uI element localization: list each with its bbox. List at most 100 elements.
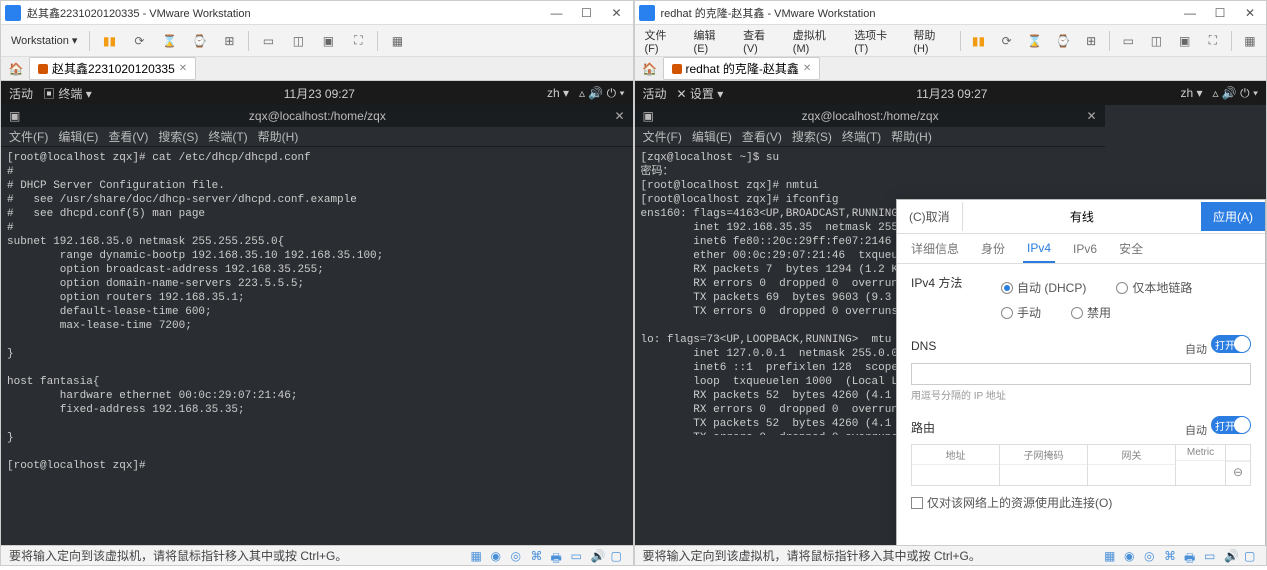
settings-indicator[interactable]: ✕ 设置 ▾ [677,85,724,102]
menu-view[interactable]: 查看(V) [108,128,148,145]
dns-auto-switch[interactable]: 打开 [1211,335,1251,353]
close-button[interactable]: ✕ [1238,6,1262,20]
device-icon[interactable]: ⌘ [531,549,545,563]
vm-tab[interactable]: 赵其鑫2231020120335 ✕ [29,57,196,80]
minimize-button[interactable]: — [545,6,569,20]
device-icon[interactable]: ▭ [1204,549,1218,563]
activities[interactable]: 活动 [9,85,33,102]
vm-tab[interactable]: redhat 的克隆-赵其鑫 ✕ [663,57,821,80]
pause-icon[interactable]: ▮▮ [968,30,988,52]
tab-ipv6[interactable]: IPv6 [1069,234,1101,263]
restart-icon[interactable]: ⟳ [997,30,1017,52]
home-icon[interactable]: 🏠 [7,60,25,78]
route-metric-input[interactable] [1176,461,1225,481]
menu-search[interactable]: 搜索(S) [792,128,832,145]
radio-auto-dhcp[interactable]: 自动 (DHCP) [1001,279,1086,296]
apply-button[interactable]: 应用(A) [1201,202,1265,231]
manage-icon[interactable]: ⊞ [1081,30,1101,52]
radio-link-local[interactable]: 仅本地链路 [1116,279,1192,296]
menu-terminal[interactable]: 终端(T) [842,128,881,145]
device-icon[interactable]: 🖶 [1184,549,1198,563]
device-icon[interactable]: ▦ [471,549,485,563]
revert-icon[interactable]: ⌚ [1053,30,1073,52]
terminal-close-icon[interactable]: ✕ [614,109,624,123]
unity-icon[interactable]: ▦ [1240,30,1260,52]
terminal-indicator[interactable]: ▣ 终端 ▾ [43,85,92,102]
device-icon[interactable]: ◎ [1144,549,1158,563]
device-icon[interactable]: ◉ [1124,549,1138,563]
fullscreen-icon[interactable]: ⛶ [347,30,369,52]
unity-icon[interactable]: ▦ [386,30,408,52]
device-icon[interactable]: ▢ [1244,549,1258,563]
route-addr-input[interactable] [912,465,999,485]
close-button[interactable]: ✕ [605,6,629,20]
lang-indicator[interactable]: zh ▾ [1180,86,1202,100]
fullscreen-icon[interactable]: ⛶ [1203,30,1223,52]
layout2-icon[interactable]: ◫ [287,30,309,52]
routes-auto-switch[interactable]: 打开 [1211,416,1251,434]
system-tray[interactable]: ▵ 🔊 ⏻ ▾ [579,86,625,101]
menu-help[interactable]: 帮助(H) [258,128,299,145]
layout1-icon[interactable]: ▭ [1118,30,1138,52]
maximize-button[interactable]: ☐ [1208,6,1232,20]
revert-icon[interactable]: ⌚ [188,30,210,52]
maximize-button[interactable]: ☐ [575,6,599,20]
menu-file[interactable]: 文件(F) [643,128,682,145]
clock[interactable]: 11月23 09:27 [733,85,1170,102]
restart-icon[interactable]: ⟳ [128,30,150,52]
menu-file[interactable]: 文件(F) [641,25,682,57]
tab-detail[interactable]: 详细信息 [907,234,963,263]
cancel-button[interactable]: (C)取消 [897,202,963,231]
tab-close-icon[interactable]: ✕ [179,63,187,74]
device-icon[interactable]: ◉ [491,549,505,563]
menu-tabs[interactable]: 选项卡(T) [850,25,901,57]
device-icon[interactable]: 🔊 [591,549,605,563]
activities[interactable]: 活动 [643,85,667,102]
menu-vm[interactable]: 虚拟机(M) [789,25,842,57]
device-icon[interactable]: ◎ [511,549,525,563]
device-icon[interactable]: ▢ [611,549,625,563]
tab-security[interactable]: 安全 [1115,234,1147,263]
snapshot-icon[interactable]: ⌛ [1025,30,1045,52]
clock[interactable]: 11月23 09:27 [102,85,537,102]
device-icon[interactable]: ▦ [1104,549,1118,563]
menu-file[interactable]: 文件(F) [9,128,48,145]
menu-edit[interactable]: 编辑(E) [692,128,732,145]
device-icon[interactable]: 🔊 [1224,549,1238,563]
menu-edit[interactable]: 编辑(E) [690,25,732,57]
lang-indicator[interactable]: zh ▾ [547,86,569,100]
route-mask-input[interactable] [1000,465,1087,485]
layout1-icon[interactable]: ▭ [257,30,279,52]
menu-edit[interactable]: 编辑(E) [58,128,98,145]
tab-close-icon[interactable]: ✕ [803,63,811,74]
dns-input[interactable] [911,363,1251,385]
device-icon[interactable]: 🖶 [551,549,565,563]
layout2-icon[interactable]: ◫ [1146,30,1166,52]
pause-icon[interactable]: ▮▮ [98,30,120,52]
only-lan-checkbox[interactable]: 仅对该网络上的资源使用此连接(O) [911,494,1251,511]
layout3-icon[interactable]: ▣ [317,30,339,52]
radio-manual[interactable]: 手动 [1001,304,1041,321]
device-icon[interactable]: ⌘ [1164,549,1178,563]
workstation-menu[interactable]: Workstation ▾ [7,32,81,49]
minimize-button[interactable]: — [1178,6,1202,20]
route-gw-input[interactable] [1088,465,1175,485]
radio-disabled[interactable]: 禁用 [1071,304,1111,321]
route-delete-icon[interactable]: ⊖ [1226,461,1250,482]
terminal-close-icon[interactable]: ✕ [1086,109,1096,123]
menu-search[interactable]: 搜索(S) [158,128,198,145]
terminal-body[interactable]: [root@localhost zqx]# cat /etc/dhcp/dhcp… [1,147,633,545]
menu-help[interactable]: 帮助(H) [891,128,932,145]
menu-help[interactable]: 帮助(H) [909,25,951,57]
menu-view[interactable]: 查看(V) [739,25,781,57]
menu-terminal[interactable]: 终端(T) [208,128,247,145]
snapshot-icon[interactable]: ⌛ [158,30,180,52]
manage-icon[interactable]: ⊞ [218,30,240,52]
home-icon[interactable]: 🏠 [641,60,659,78]
device-icon[interactable]: ▭ [571,549,585,563]
menu-view[interactable]: 查看(V) [742,128,782,145]
tab-identity[interactable]: 身份 [977,234,1009,263]
system-tray[interactable]: ▵ 🔊 ⏻ ▾ [1213,86,1259,101]
layout3-icon[interactable]: ▣ [1175,30,1195,52]
tab-ipv4[interactable]: IPv4 [1023,234,1055,263]
